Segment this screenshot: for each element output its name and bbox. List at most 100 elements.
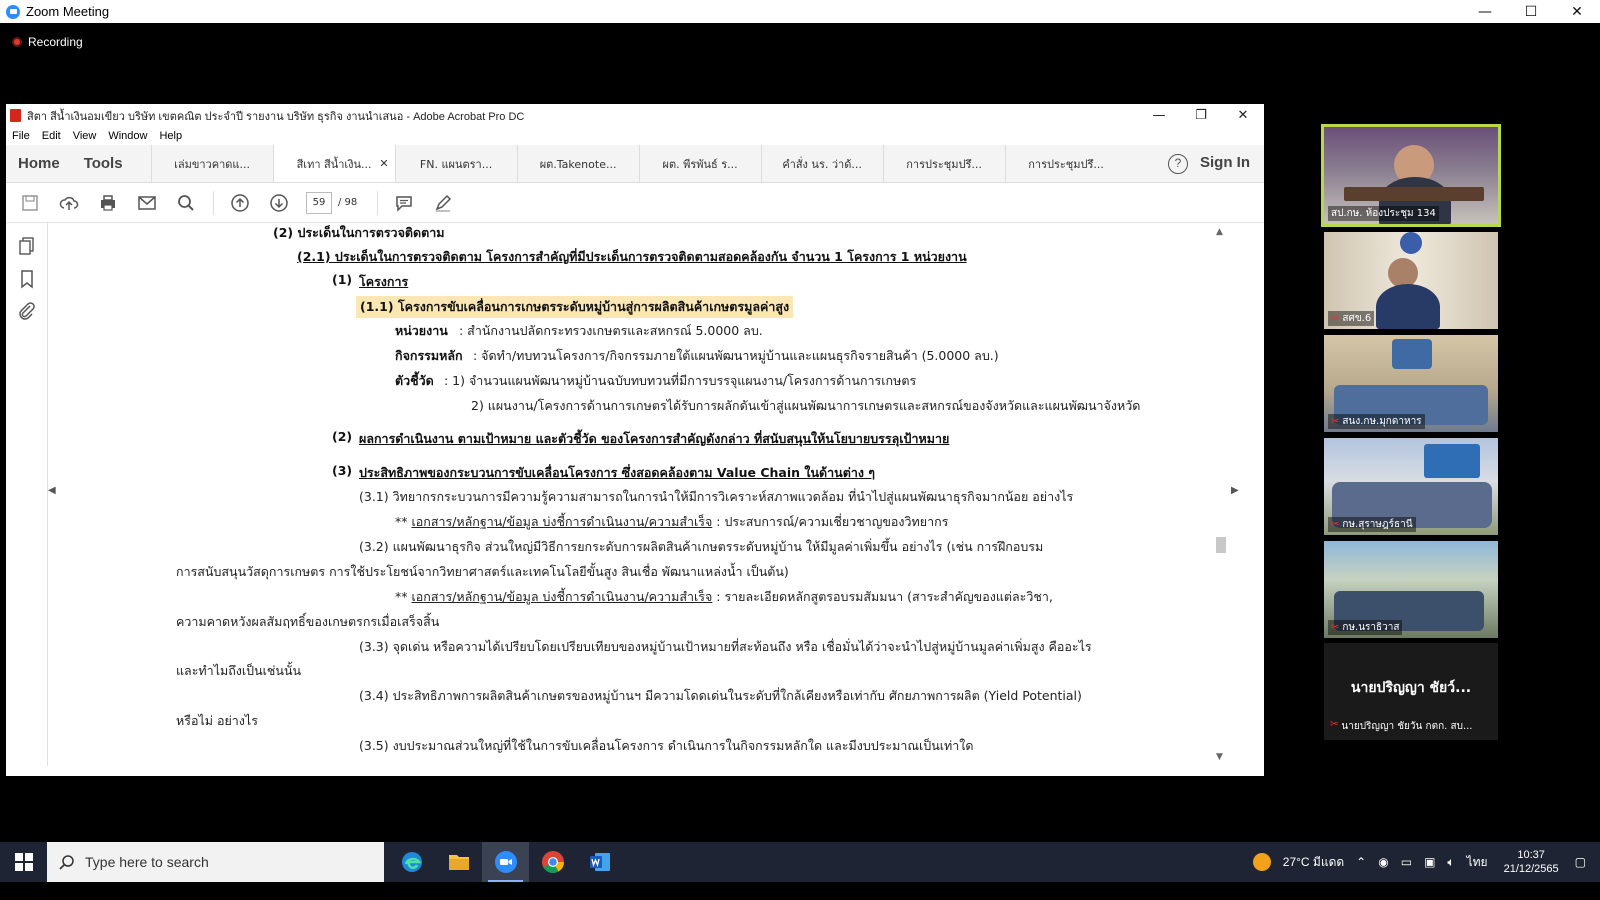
agency-value: : สำนักงานปลัดกระทรวงเกษตรและสหกรณ์ 5.00… (459, 323, 763, 338)
show-hidden-icons-chevron-icon[interactable]: ⌃ (1356, 855, 1366, 869)
tab-tools[interactable]: Tools (72, 145, 151, 182)
edge-icon[interactable] (388, 842, 435, 882)
doc-tab[interactable]: เล่มขาวคาดแ... (150, 145, 273, 182)
weather-sun-icon[interactable] (1252, 853, 1271, 871)
help-icon[interactable]: ? (1168, 154, 1188, 174)
doc-tab[interactable]: ผต. พีรพันธ์ ร... (638, 145, 761, 182)
save-icon[interactable] (18, 191, 42, 215)
desk (1344, 187, 1484, 201)
recording-indicator[interactable]: Recording (12, 35, 83, 49)
evidence-label: เอกสาร/หลักฐาน/ข้อมูล บ่งชี้การดำเนินงาน… (411, 589, 713, 604)
participant-tile[interactable]: ✂ กษ.สุราษฎร์ธานี (1324, 438, 1498, 535)
doc-tab-label: FN. แผนตรา... (419, 157, 493, 171)
search-placeholder: Type here to search (85, 854, 209, 870)
acrobat-minimize-button[interactable]: — (1138, 104, 1180, 127)
menu-help[interactable]: Help (159, 130, 182, 142)
acrobat-toolbar: 59 / 98 (6, 183, 1264, 223)
notification-icon[interactable]: ▢ (1575, 855, 1586, 869)
section-2-number: (2) (332, 429, 353, 444)
item-3-4-line-1: (3.4) ประสิทธิภาพการผลิตสินค้าเกษตรของหม… (359, 688, 1082, 703)
evidence-label: เอกสาร/หลักฐาน/ข้อมูล บ่งชี้การดำเนินงาน… (411, 514, 713, 529)
file-explorer-icon[interactable] (435, 842, 482, 882)
doc-tab[interactable]: การประชุมปรึ... (882, 145, 1005, 182)
evidence-3-2: ** เอกสาร/หลักฐาน/ข้อมูล บ่งชี้การดำเนิน… (395, 587, 1053, 607)
print-icon[interactable] (96, 191, 120, 215)
menu-view[interactable]: View (73, 130, 97, 142)
display-icon[interactable]: ▣ (1424, 855, 1435, 869)
participant-tile[interactable]: ✂ สศข.6 (1324, 232, 1498, 329)
mic-muted-icon: ✂ (1331, 519, 1340, 530)
doc-tab-label: การประชุมปรึ... (906, 157, 982, 171)
mic-muted-icon: ✂ (1331, 622, 1340, 633)
camera-icon[interactable]: ◉ (1378, 855, 1388, 869)
project-label: โครงการ (359, 274, 409, 289)
windows-start-icon[interactable] (0, 842, 47, 882)
doc-tab[interactable]: การประชุมปรึ... (1004, 145, 1127, 182)
clock[interactable]: 10:37 21/12/2565 (1504, 848, 1559, 876)
doc-tab[interactable]: FN. แผนตรา... (394, 145, 517, 182)
activity-label: กิจกรรมหลัก (395, 348, 463, 363)
acrobat-window-controls: — ❐ ✕ (1138, 104, 1264, 127)
participant-tile[interactable]: ✂ สนง.กษ.มุกดาหาร (1324, 335, 1498, 432)
scroll-down-icon[interactable]: ▼ (1216, 752, 1223, 762)
minimize-button[interactable]: — (1462, 0, 1508, 23)
windows-taskbar: Type here to search 27°C มีแดด ⌃ ◉ ▭ ▣ 🔈… (0, 842, 1600, 882)
page-number-input[interactable]: 59 (306, 191, 332, 214)
evidence-value: : ประสบการณ์/ความเชี่ยวชาญของวิทยากร (712, 514, 949, 529)
mic-muted-icon: ✂ (1331, 313, 1340, 324)
acrobat-close-button[interactable]: ✕ (1222, 104, 1264, 127)
chrome-icon[interactable] (529, 842, 576, 882)
participant-display-name: นายปริญญา ชัยว์... (1350, 680, 1472, 696)
participant-tile-no-video[interactable]: นายปริญญา ชัยว์... ✂ นายปริญญา ชัยวัน กตก… (1324, 643, 1498, 740)
sign-in-button[interactable]: Sign In (1200, 154, 1250, 171)
participant-tile-active[interactable]: สป.กษ. ห้องประชุม 134 (1321, 124, 1501, 227)
scroll-up-icon[interactable]: ▲ (1216, 227, 1223, 237)
menu-window[interactable]: Window (108, 130, 147, 142)
section-3-number: (3) (332, 463, 353, 478)
language-indicator[interactable]: ไทย (1467, 853, 1488, 872)
heading-2-1: (2.1) ประเด็นในการตรวจติดตาม โครงการสำคั… (297, 249, 967, 264)
doc-tab[interactable]: ผต.Takenote... (516, 145, 639, 182)
vertical-scrollbar[interactable]: ▲ ▼ (1214, 223, 1228, 766)
scroll-thumb[interactable] (1216, 537, 1226, 553)
zoom-logo-icon (6, 4, 20, 19)
toolbar-divider (377, 190, 379, 215)
activity-value: : จัดทำ/ทบทวนโครงการ/กิจกรรมภายใต้แผนพัฒ… (473, 348, 999, 363)
tab-home[interactable]: Home (6, 145, 72, 182)
weather-text[interactable]: 27°C มีแดด (1283, 853, 1344, 872)
doc-tab-active[interactable]: สีเทา สีน้ำเงิน... ✕ (272, 145, 395, 182)
upload-cloud-icon[interactable] (57, 191, 81, 215)
word-icon[interactable] (576, 842, 623, 882)
volume-icon[interactable]: 🔈︎ (1447, 855, 1454, 870)
acrobat-menu-bar: File Edit View Window Help (6, 127, 1264, 145)
pdf-icon (10, 109, 21, 122)
collapse-right-panel-icon[interactable]: ▶ (1231, 485, 1239, 496)
participant-tile[interactable]: ✂ กษ.นราธิวาส (1324, 541, 1498, 638)
maximize-button[interactable]: ☐ (1508, 0, 1554, 23)
clock-date: 21/12/2565 (1503, 863, 1559, 875)
previous-page-icon[interactable] (228, 191, 252, 215)
menu-edit[interactable]: Edit (42, 130, 61, 142)
participant-name: ✂ สศข.6 (1328, 311, 1375, 326)
pen-icon[interactable] (431, 191, 455, 215)
page-total: / 98 (338, 197, 358, 208)
participant-name: ✂ นายปริญญา ชัยวัน กตก. สบ... (1330, 719, 1472, 734)
participant-name-text: สศข.6 (1342, 313, 1372, 324)
network-icon[interactable]: ▭ (1401, 855, 1412, 869)
email-icon[interactable] (135, 191, 159, 215)
doc-tab[interactable]: คำสั่ง นร. ว่าด้... (760, 145, 883, 182)
doc-tab-label: การประชุมปรึ... (1028, 157, 1104, 171)
next-page-icon[interactable] (267, 191, 291, 215)
comment-icon[interactable] (392, 191, 416, 215)
taskbar-search-input[interactable]: Type here to search (47, 842, 384, 882)
search-icon[interactable] (174, 191, 198, 215)
evidence-prefix: ** (395, 589, 408, 604)
tab-close-icon[interactable]: ✕ (379, 157, 388, 170)
item-3-1: (3.1) วิทยากรกระบวนการมีความรู้ความสามาร… (359, 489, 1074, 504)
menu-file[interactable]: File (12, 130, 30, 142)
zoom-taskbar-icon[interactable] (482, 842, 529, 882)
acrobat-restore-button[interactable]: ❐ (1180, 104, 1222, 127)
section-3-heading: ประสิทธิภาพของกระบวนการขับเคลื่อนโครงการ… (359, 465, 876, 480)
close-button[interactable]: ✕ (1554, 0, 1600, 23)
zoom-title-bar: Zoom Meeting — ☐ ✕ (0, 0, 1600, 23)
